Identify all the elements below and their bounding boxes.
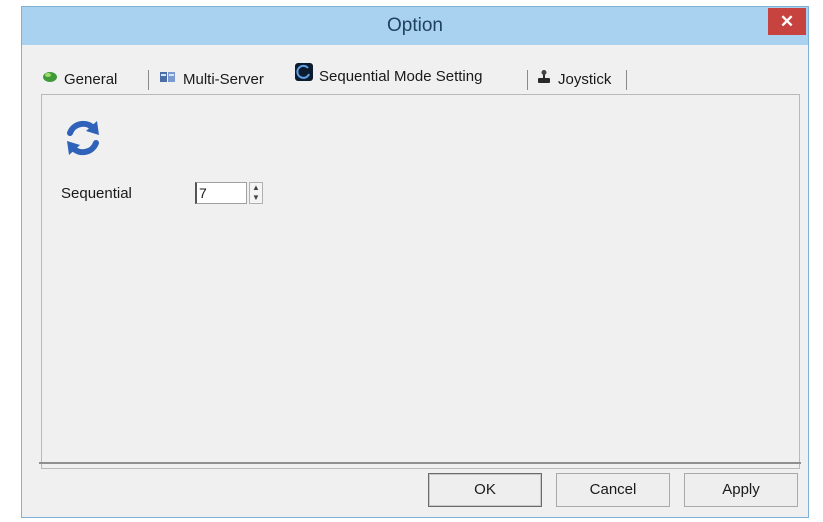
title-bar[interactable]: Option ✕ (22, 7, 808, 45)
tab-general-label: General (64, 71, 118, 88)
tab-separator (148, 70, 149, 90)
cancel-button[interactable]: Cancel (556, 473, 670, 507)
tab-multi-server-label: Multi-Server (183, 71, 264, 88)
sequential-interval-input[interactable]: 7 (195, 182, 247, 204)
option-dialog: Option ✕ General Multi-Server Sequential… (21, 6, 809, 518)
spin-down-icon[interactable]: ▼ (250, 193, 262, 203)
apply-button[interactable]: Apply (684, 473, 798, 507)
close-icon: ✕ (779, 12, 795, 31)
sequential-mode-panel (41, 94, 800, 469)
sequential-mode-icon (295, 62, 313, 92)
sequential-interval-spinner[interactable]: ▲ ▼ (249, 182, 263, 204)
tab-sequential-mode-setting[interactable]: Sequential Mode Setting (295, 62, 527, 95)
window-title: Option (387, 15, 443, 36)
joystick-icon (536, 65, 552, 95)
button-divider (39, 462, 801, 464)
tab-general[interactable]: General (42, 65, 117, 95)
sequential-interval-label: Sequential Interval (61, 185, 132, 202)
general-icon (42, 65, 58, 95)
tab-separator (527, 70, 528, 90)
tab-separator (626, 70, 627, 90)
tab-joystick-label: Joystick (558, 71, 612, 88)
tab-sequential-mode-setting-label: Sequential Mode Setting (319, 68, 483, 85)
close-button[interactable]: ✕ (768, 8, 806, 35)
tab-multi-server[interactable]: Multi-Server (159, 65, 264, 95)
ok-button[interactable]: OK (428, 473, 542, 507)
multi-server-icon (159, 65, 177, 95)
spin-up-icon[interactable]: ▲ (250, 183, 262, 193)
tab-joystick[interactable]: Joystick (536, 65, 611, 95)
sync-icon (67, 120, 99, 156)
